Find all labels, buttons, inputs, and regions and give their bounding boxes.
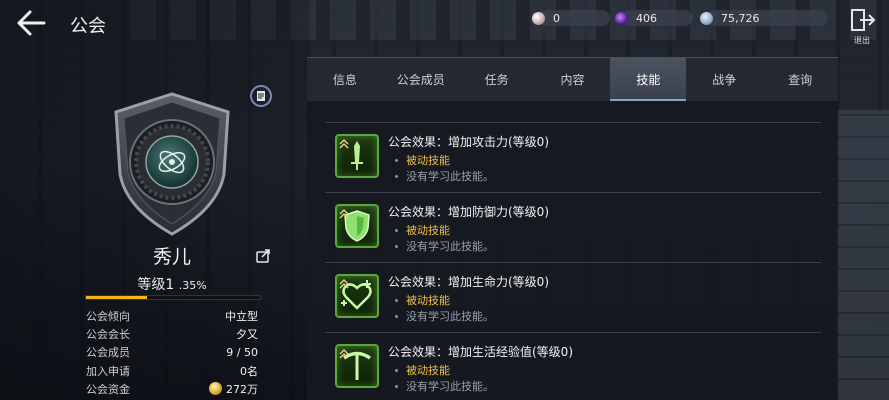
skill-item[interactable]: 公会效果：增加防御力(等级0) 被动技能 没有学习此技能。 bbox=[325, 192, 821, 262]
back-arrow-icon bbox=[17, 10, 46, 36]
pickaxe-icon bbox=[335, 344, 379, 388]
currency-value: 75,726 bbox=[721, 11, 760, 25]
guild-info-row: 公会资金 272万 bbox=[86, 380, 258, 398]
tab-label: 战争 bbox=[712, 73, 737, 87]
skill-title: 公会效果：增加生活经验值(等级0) bbox=[388, 345, 573, 359]
tab-war[interactable]: 战争 bbox=[686, 58, 762, 101]
guild-level-label: 等级1 bbox=[137, 277, 175, 293]
skill-status: 没有学习此技能。 bbox=[395, 238, 494, 254]
share-button[interactable] bbox=[254, 247, 272, 265]
heart-plus-icon bbox=[335, 274, 379, 318]
tab-label: 技能 bbox=[636, 73, 661, 87]
exit-label: 退出 bbox=[854, 36, 870, 45]
skill-type: 被动技能 bbox=[395, 222, 450, 238]
tab-label: 内容 bbox=[560, 73, 585, 87]
skill-item[interactable]: 公会效果：增加生命力(等级0) 被动技能 没有学习此技能。 bbox=[325, 262, 821, 332]
skill-title: 公会效果：增加防御力(等级0) bbox=[388, 205, 549, 219]
tab-label: 任务 bbox=[484, 73, 509, 87]
info-key: 公会资金 bbox=[86, 382, 130, 396]
info-key: 加入申请 bbox=[86, 364, 130, 378]
dark-orb-icon bbox=[615, 11, 628, 25]
tab-members[interactable]: 公会成员 bbox=[383, 58, 459, 101]
tab-info[interactable]: 信息 bbox=[307, 58, 383, 101]
guild-info-row: 加入申请 0名 bbox=[86, 362, 258, 380]
upgrade-chevron-icon bbox=[339, 278, 349, 289]
skill-type: 被动技能 bbox=[395, 152, 450, 168]
upgrade-chevron-icon bbox=[339, 138, 349, 149]
shield-icon bbox=[335, 204, 379, 248]
exit-door-icon bbox=[851, 9, 876, 31]
info-value: 中立型 bbox=[225, 310, 258, 324]
info-value: 夕又 bbox=[236, 328, 258, 342]
skill-status: 没有学习此技能。 bbox=[395, 168, 494, 184]
background-wall bbox=[834, 110, 889, 400]
info-value: 9 / 50 bbox=[226, 345, 258, 359]
guild-info-row: 公会成员 9 / 50 bbox=[86, 343, 258, 361]
guild-level-percent: .35% bbox=[178, 279, 207, 292]
guild-xp-fill bbox=[86, 296, 147, 299]
tab-label: 查询 bbox=[788, 73, 813, 87]
page-title: 公会 bbox=[70, 16, 106, 37]
info-value: 0名 bbox=[240, 364, 258, 378]
guild-emblem[interactable] bbox=[108, 90, 236, 238]
upgrade-chevron-icon bbox=[339, 348, 349, 359]
pearl-icon bbox=[532, 11, 545, 25]
guild-name: 秀儿 bbox=[152, 246, 191, 268]
skill-status: 没有学习此技能。 bbox=[395, 308, 494, 324]
tab-search[interactable]: 查询 bbox=[762, 58, 838, 101]
sword-icon bbox=[335, 134, 379, 178]
currency-value: 0 bbox=[553, 11, 560, 25]
currency-crystal[interactable]: 75,726 bbox=[700, 10, 828, 26]
guild-info-row: 公会会长 夕又 bbox=[86, 325, 258, 343]
upgrade-chevron-icon bbox=[339, 208, 349, 219]
skill-item[interactable]: 公会效果：增加攻击力(等级0) 被动技能 没有学习此技能。 bbox=[325, 122, 821, 192]
skill-type: 被动技能 bbox=[395, 362, 450, 378]
skill-list: 公会效果：增加攻击力(等级0) 被动技能 没有学习此技能。 公会效果：增加防御力… bbox=[325, 122, 821, 400]
info-key: 公会倾向 bbox=[86, 310, 130, 324]
tab-content[interactable]: 内容 bbox=[535, 58, 611, 101]
skill-title: 公会效果：增加攻击力(等级0) bbox=[388, 135, 549, 149]
guild-level: 等级1 .35% bbox=[100, 274, 244, 294]
guild-notice-button[interactable] bbox=[250, 85, 272, 107]
back-button[interactable] bbox=[14, 8, 48, 38]
skill-type: 被动技能 bbox=[395, 292, 450, 308]
skill-item[interactable]: 公会效果：增加生活经验值(等级0) 被动技能 没有学习此技能。 bbox=[325, 332, 821, 400]
guild-content-panel: 信息 公会成员 任务 内容 技能 战争 查询 公会效果：增加攻击力(等级0) 被… bbox=[307, 57, 838, 400]
share-icon bbox=[256, 249, 270, 263]
guild-info-table: 公会倾向 中立型 公会会长 夕又 公会成员 9 / 50 加入申请 0名 公会资… bbox=[86, 307, 258, 398]
notice-book-icon bbox=[257, 91, 265, 101]
tab-label: 信息 bbox=[332, 73, 357, 87]
currency-value: 406 bbox=[636, 11, 657, 25]
tab-quests[interactable]: 任务 bbox=[459, 58, 535, 101]
info-key: 公会成员 bbox=[86, 346, 130, 360]
tab-skills[interactable]: 技能 bbox=[610, 58, 687, 101]
info-value: 272万 bbox=[209, 381, 258, 397]
guild-tabs: 信息 公会成员 任务 内容 技能 战争 查询 bbox=[307, 58, 838, 101]
info-key: 公会会长 bbox=[86, 328, 130, 342]
guild-xp-bar bbox=[85, 295, 261, 300]
guild-crest-icon bbox=[114, 92, 230, 236]
guild-funds-value: 272万 bbox=[226, 382, 258, 396]
guild-info-row: 公会倾向 中立型 bbox=[86, 307, 258, 325]
skill-title: 公会效果：增加生命力(等级0) bbox=[388, 275, 549, 289]
gold-coin-icon bbox=[209, 382, 222, 396]
exit-button[interactable]: 退出 bbox=[848, 8, 876, 45]
currency-dark-orb[interactable]: 406 bbox=[615, 10, 693, 26]
tab-label: 公会成员 bbox=[396, 73, 445, 87]
crystal-icon bbox=[700, 11, 713, 25]
skill-status: 没有学习此技能。 bbox=[395, 378, 494, 394]
currency-pearl[interactable]: 0 bbox=[532, 10, 610, 26]
